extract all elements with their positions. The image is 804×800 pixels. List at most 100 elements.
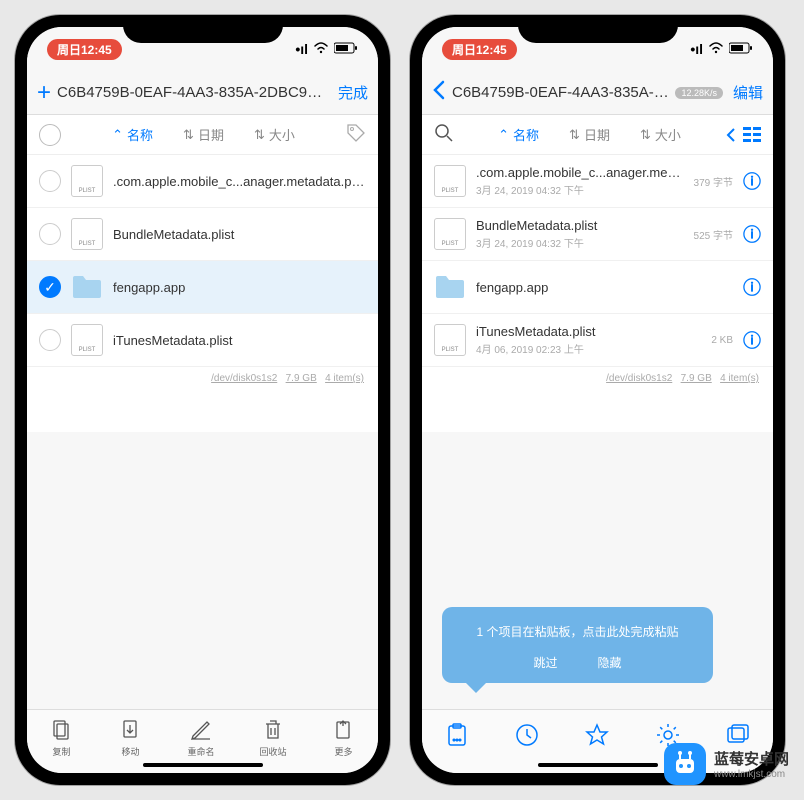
plist-icon xyxy=(71,218,103,250)
file-row[interactable]: ✓ fengapp.app xyxy=(27,261,378,314)
back-button[interactable] xyxy=(432,79,446,107)
sort-arrow-icon: ⌃ xyxy=(498,127,509,143)
select-all-checkbox[interactable] xyxy=(39,124,61,146)
file-row[interactable]: iTunesMetadata.plist 4月 06, 2019 02:23 上… xyxy=(422,314,773,367)
home-indicator[interactable] xyxy=(538,763,658,767)
signal-icon: •ıl xyxy=(690,41,703,57)
hide-button[interactable]: 隐藏 xyxy=(598,654,622,671)
file-size: 379 字节 xyxy=(694,174,733,189)
plist-icon xyxy=(434,324,466,356)
wifi-icon xyxy=(313,41,329,57)
search-icon[interactable] xyxy=(434,123,454,146)
battery-icon xyxy=(729,41,753,57)
folder-icon xyxy=(71,271,103,303)
sort-size[interactable]: ⇅ 大小 xyxy=(640,125,681,144)
clipboard-tab[interactable] xyxy=(444,722,470,753)
file-meta: 3月 24, 2019 04:32 下午 xyxy=(476,182,684,197)
file-name: BundleMetadata.plist xyxy=(113,227,366,242)
status-indicators: •ıl xyxy=(295,41,358,57)
nav-bar: C6B4759B-0EAF-4AA3-835A-2DBC9E736A... 12… xyxy=(422,71,773,115)
item-count[interactable]: 4 item(s) xyxy=(325,373,364,384)
notch xyxy=(123,15,283,43)
file-list[interactable]: .com.apple.mobile_c...anager.metadata.pl… xyxy=(422,155,773,432)
add-button[interactable]: + xyxy=(37,79,51,107)
watermark-url: www.lmkjst.com xyxy=(714,769,789,780)
popup-message: 1 个项目在粘贴板，点击此处完成粘贴 xyxy=(454,623,701,640)
info-icon[interactable]: ⓘ xyxy=(743,168,761,194)
favorites-tab[interactable] xyxy=(584,722,610,753)
home-indicator[interactable] xyxy=(143,763,263,767)
footer-stats: /dev/disk0s1s2 7.9 GB 4 item(s) xyxy=(27,367,378,390)
spacer xyxy=(27,432,378,709)
free-space[interactable]: 7.9 GB xyxy=(681,373,712,384)
disk-path[interactable]: /dev/disk0s1s2 xyxy=(606,373,672,384)
sort-group: ⌃ 名称 ⇅ 日期 ⇅ 大小 xyxy=(462,125,717,144)
file-row[interactable]: BundleMetadata.plist 3月 24, 2019 04:32 下… xyxy=(422,208,773,261)
footer-stats: /dev/disk0s1s2 7.9 GB 4 item(s) xyxy=(422,367,773,390)
info-icon[interactable]: ⓘ xyxy=(743,327,761,353)
file-name: iTunesMetadata.plist xyxy=(113,333,366,348)
more-button[interactable]: 更多 xyxy=(331,718,355,758)
free-space[interactable]: 7.9 GB xyxy=(286,373,317,384)
status-time: 周日12:45 xyxy=(442,39,517,60)
sort-updown-icon: ⇅ xyxy=(254,127,265,143)
file-size: 2 KB xyxy=(711,335,733,346)
rename-button[interactable]: 重命名 xyxy=(187,718,214,758)
disk-path[interactable]: /dev/disk0s1s2 xyxy=(211,373,277,384)
speed-badge: 12.28K/s xyxy=(675,87,723,99)
file-row[interactable]: iTunesMetadata.plist xyxy=(27,314,378,367)
item-count[interactable]: 4 item(s) xyxy=(720,373,759,384)
signal-icon: •ıl xyxy=(295,41,308,57)
plist-icon xyxy=(434,218,466,250)
skip-button[interactable]: 跳过 xyxy=(533,654,557,671)
sort-date[interactable]: ⇅ 日期 xyxy=(183,125,224,144)
plist-icon xyxy=(434,165,466,197)
nav-title: C6B4759B-0EAF-4AA3-835A-2DBC9E73... xyxy=(57,84,332,101)
move-button[interactable]: 移动 xyxy=(118,718,142,758)
phone-frame-right: 周日12:45 •ıl C6B4759B-0EAF-4AA3-835A-2DBC… xyxy=(410,15,785,785)
sort-updown-icon: ⇅ xyxy=(569,127,580,143)
sort-bar: ⌃ 名称 ⇅ 日期 ⇅ 大小 xyxy=(27,115,378,155)
sort-size[interactable]: ⇅ 大小 xyxy=(254,125,295,144)
file-name: .com.apple.mobile_c...anager.metadata.pl… xyxy=(113,174,366,189)
trash-button[interactable]: 回收站 xyxy=(259,718,286,758)
paste-popup[interactable]: 1 个项目在粘贴板，点击此处完成粘贴 跳过 隐藏 xyxy=(442,607,713,683)
sort-name[interactable]: ⌃ 名称 xyxy=(112,125,153,144)
recent-tab[interactable] xyxy=(514,722,540,753)
sort-date[interactable]: ⇅ 日期 xyxy=(569,125,610,144)
copy-button[interactable]: 复制 xyxy=(49,718,73,758)
file-name: fengapp.app xyxy=(113,280,366,295)
file-list[interactable]: .com.apple.mobile_c...anager.metadata.pl… xyxy=(27,155,378,432)
row-checkbox[interactable] xyxy=(39,329,61,351)
plist-icon xyxy=(71,324,103,356)
sort-updown-icon: ⇅ xyxy=(640,127,651,143)
done-button[interactable]: 完成 xyxy=(338,82,368,103)
folder-icon xyxy=(434,271,466,303)
nav-title: C6B4759B-0EAF-4AA3-835A-2DBC9E736A... xyxy=(452,84,669,101)
status-indicators: •ıl xyxy=(690,41,753,57)
file-name: BundleMetadata.plist xyxy=(476,218,684,233)
row-checkbox[interactable] xyxy=(39,223,61,245)
info-icon[interactable]: ⓘ xyxy=(743,274,761,300)
sort-bar: ⌃ 名称 ⇅ 日期 ⇅ 大小 xyxy=(422,115,773,155)
file-row[interactable]: BundleMetadata.plist xyxy=(27,208,378,261)
file-row[interactable]: .com.apple.mobile_c...anager.metadata.pl… xyxy=(27,155,378,208)
edit-button[interactable]: 编辑 xyxy=(733,82,763,103)
tag-icon[interactable] xyxy=(346,123,366,146)
file-meta: 3月 24, 2019 04:32 下午 xyxy=(476,235,684,250)
battery-icon xyxy=(334,41,358,57)
row-checkbox[interactable]: ✓ xyxy=(39,276,61,298)
info-icon[interactable]: ⓘ xyxy=(743,221,761,247)
file-row[interactable]: .com.apple.mobile_c...anager.metadata.pl… xyxy=(422,155,773,208)
view-toggle[interactable] xyxy=(725,127,761,143)
file-size: 525 字节 xyxy=(694,227,733,242)
row-checkbox[interactable] xyxy=(39,170,61,192)
notch xyxy=(518,15,678,43)
file-row[interactable]: fengapp.app ⓘ xyxy=(422,261,773,314)
watermark: 蓝莓安卓网 www.lmkjst.com xyxy=(664,743,789,785)
file-name: .com.apple.mobile_c...anager.metadata.pl… xyxy=(476,165,684,180)
sort-name[interactable]: ⌃ 名称 xyxy=(498,125,539,144)
watermark-title: 蓝莓安卓网 xyxy=(714,748,789,769)
phone-screen-left: 周日12:45 •ıl + C6B4759B-0EAF-4AA3-835A-2D… xyxy=(27,27,378,773)
watermark-robot-icon xyxy=(664,743,706,785)
